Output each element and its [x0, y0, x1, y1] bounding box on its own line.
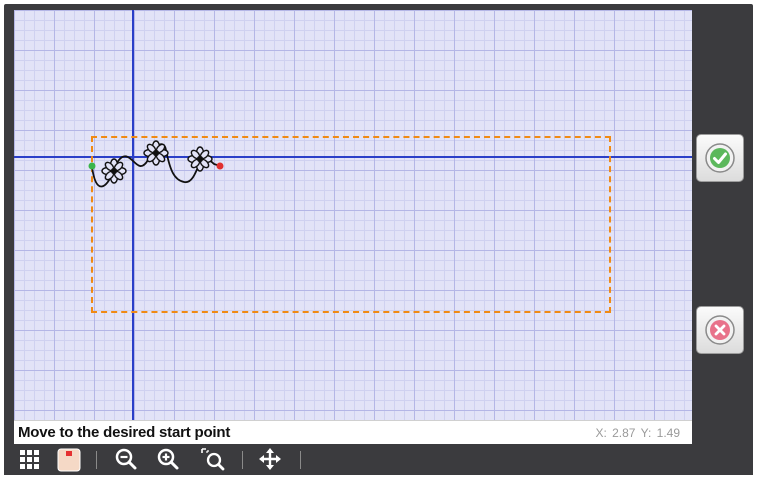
status-bar: Move to the desired start point X: 2.87 …: [14, 420, 692, 445]
status-message: Move to the desired start point: [18, 424, 231, 441]
grid-button[interactable]: [18, 447, 44, 473]
accept-button[interactable]: [696, 134, 744, 182]
end-point-marker: [216, 162, 224, 170]
move-button[interactable]: [258, 447, 284, 473]
action-panel: [692, 10, 753, 444]
grid-icon: [20, 450, 39, 469]
accept-check-icon: [705, 143, 735, 173]
zoom-in-button[interactable]: [156, 447, 182, 473]
bottom-toolbar: [4, 444, 753, 475]
cancel-button[interactable]: [696, 306, 744, 354]
coordinate-readout: X: 2.87 Y: 1.49: [595, 426, 682, 440]
move-icon: [259, 448, 281, 470]
y-label: Y:: [640, 426, 652, 440]
flower-pattern[interactable]: [14, 10, 692, 420]
zoom-in-icon: [157, 448, 179, 470]
zoom-fit-icon: [201, 448, 225, 471]
pattern-button[interactable]: [56, 447, 82, 473]
toolbar-divider: [242, 451, 243, 469]
toolbar-divider: [300, 451, 301, 469]
start-point-marker: [88, 162, 96, 170]
zoom-out-icon: [115, 448, 137, 470]
y-value: 1.49: [656, 426, 680, 440]
x-label: X:: [595, 426, 607, 440]
pattern-thumbnail-icon: [57, 448, 81, 472]
zoom-fit-button[interactable]: [200, 447, 226, 473]
quilting-canvas[interactable]: [14, 10, 692, 420]
x-value: 2.87: [612, 426, 636, 440]
cancel-x-icon: [705, 315, 735, 345]
zoom-out-button[interactable]: [114, 447, 140, 473]
toolbar-divider: [96, 451, 97, 469]
